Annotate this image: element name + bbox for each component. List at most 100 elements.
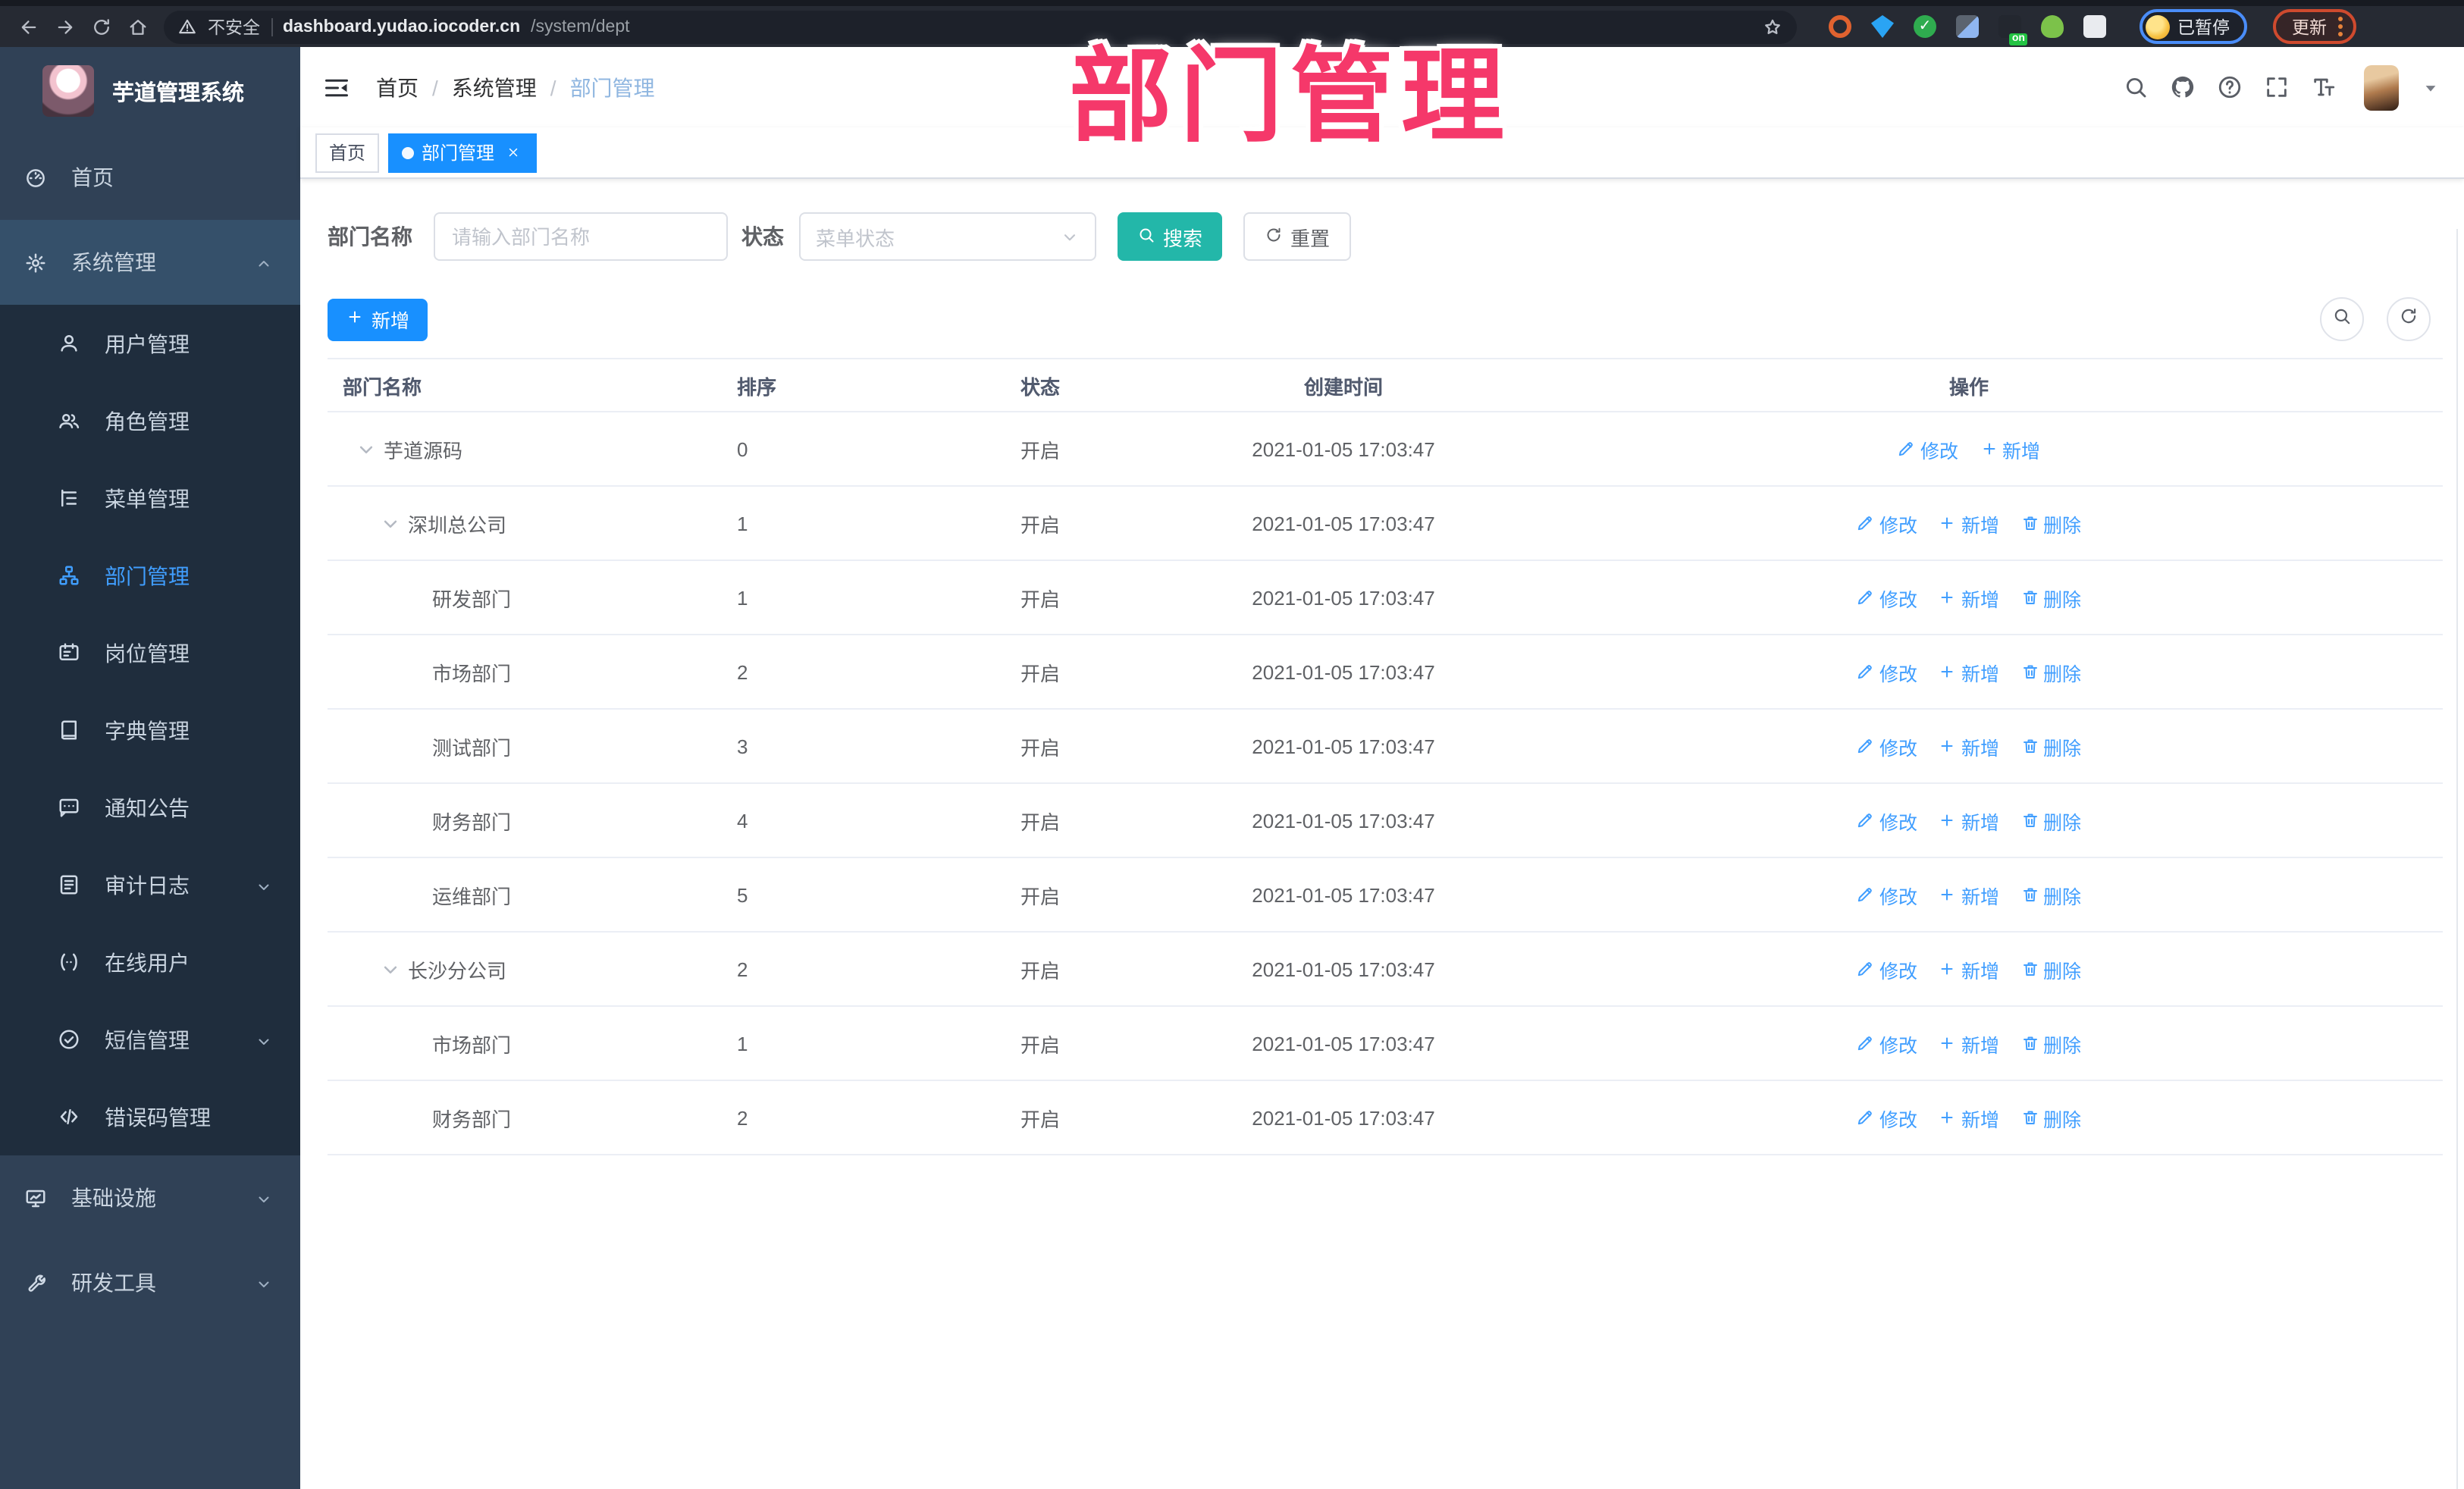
question-icon[interactable]	[2215, 73, 2244, 102]
sidebar-item-短信管理[interactable]: 短信管理	[0, 1001, 300, 1078]
sidebar-item-审计日志[interactable]: 审计日志	[0, 846, 300, 923]
dept-name-cell[interactable]: 芋道源码	[328, 434, 737, 463]
row-add-link[interactable]: 新增	[1939, 732, 1999, 760]
row-edit-link[interactable]: 修改	[1857, 509, 1917, 538]
row-delete-link[interactable]: 删除	[2020, 1029, 2081, 1058]
row-delete-link[interactable]: 删除	[2020, 806, 2081, 835]
browser-update-button[interactable]: 更新	[2272, 9, 2356, 44]
extension-puzzle-icon[interactable]	[2083, 15, 2106, 38]
row-add-link[interactable]: 新增	[1939, 1029, 1999, 1058]
caret-down-icon[interactable]	[2420, 77, 2441, 98]
sidebar-item-岗位管理[interactable]: 岗位管理	[0, 614, 300, 691]
row-edit-link[interactable]: 修改	[1857, 1103, 1917, 1132]
dept-name-cell[interactable]: 长沙分公司	[328, 955, 737, 983]
row-edit-link[interactable]: 修改	[1857, 732, 1917, 760]
extension-ring-icon[interactable]	[1829, 15, 1851, 38]
extension-grid-icon[interactable]	[1956, 15, 1979, 38]
actions-cell: 修改 新增 删除	[1495, 806, 2443, 835]
sidebar-item-通知公告[interactable]: 通知公告	[0, 769, 300, 846]
row-delete-link[interactable]: 删除	[2020, 509, 2081, 538]
row-add-link[interactable]: 新增	[1939, 657, 1999, 686]
sidebar-item-首页[interactable]: 首页	[0, 135, 300, 220]
dept-name-cell[interactable]: 深圳总公司	[328, 509, 737, 538]
row-add-link[interactable]: 新增	[1939, 583, 1999, 612]
online-icon	[58, 951, 80, 973]
sidebar-item-错误码管理[interactable]: 错误码管理	[0, 1078, 300, 1155]
bookmark-star-icon[interactable]	[1762, 16, 1783, 37]
sidebar-item-用户管理[interactable]: 用户管理	[0, 305, 300, 382]
sidebar-item-在线用户[interactable]: 在线用户	[0, 923, 300, 1001]
table-row: 测试部门 3 开启 2021-01-05 17:03:47 修改 新增 删除	[328, 710, 2443, 784]
row-delete-link[interactable]: 删除	[2020, 657, 2081, 686]
back-icon[interactable]	[15, 14, 41, 39]
dept-name: 市场部门	[432, 662, 512, 685]
sidebar-item-基础设施[interactable]: 基础设施	[0, 1155, 300, 1240]
browser-extensions: ✓ on	[1829, 15, 2106, 45]
sort-cell: 2	[737, 660, 748, 683]
tag-dept-management[interactable]: 部门管理	[388, 133, 538, 172]
refresh-table-button[interactable]	[2387, 297, 2431, 341]
breadcrumb-system[interactable]: 系统管理	[452, 72, 537, 102]
user-avatar[interactable]	[2364, 64, 2399, 110]
row-delete-link[interactable]: 删除	[2020, 732, 2081, 760]
reload-icon[interactable]	[88, 14, 114, 39]
address-bar[interactable]: 不安全 dashboard.yudao.iocoder.cn/system/de…	[164, 10, 1797, 43]
plus-icon	[1939, 737, 1957, 755]
row-add-link[interactable]: 新增	[1980, 434, 2040, 463]
row-edit-link[interactable]: 修改	[1857, 806, 1917, 835]
row-edit-link[interactable]: 修改	[1857, 955, 1917, 983]
extension-check-icon[interactable]: ✓	[1914, 15, 1936, 38]
row-delete-link[interactable]: 删除	[2020, 880, 2081, 909]
row-delete-link[interactable]: 删除	[2020, 955, 2081, 983]
sidebar-item-研发工具[interactable]: 研发工具	[0, 1240, 300, 1325]
sidebar-logo[interactable]: 芋道管理系统	[0, 47, 300, 135]
row-edit-link[interactable]: 修改	[1857, 583, 1917, 612]
dept-name-input[interactable]	[434, 212, 728, 261]
extension-gem-icon[interactable]	[1871, 15, 1894, 38]
sidebar-item-字典管理[interactable]: 字典管理	[0, 691, 300, 769]
sidebar-item-角色管理[interactable]: 角色管理	[0, 382, 300, 459]
breadcrumb-home[interactable]: 首页	[376, 72, 419, 102]
refresh-icon	[1265, 225, 1283, 248]
row-add-link[interactable]: 新增	[1939, 806, 1999, 835]
row-add-link[interactable]: 新增	[1939, 1103, 1999, 1132]
browser-profile-chip[interactable]: 已暂停	[2140, 9, 2246, 44]
row-edit-link[interactable]: 修改	[1898, 434, 1958, 463]
search-icon[interactable]	[2121, 73, 2150, 102]
collapse-sidebar-icon[interactable]	[323, 74, 350, 101]
row-edit-link[interactable]: 修改	[1857, 1029, 1917, 1058]
search-button[interactable]: 搜索	[1118, 212, 1223, 261]
row-edit-link[interactable]: 修改	[1857, 657, 1917, 686]
table-row: 长沙分公司 2 开启 2021-01-05 17:03:47 修改 新增 删除	[328, 933, 2443, 1007]
browser-menu-icon[interactable]	[2337, 17, 2342, 36]
edit-icon	[1857, 960, 1875, 978]
reset-button[interactable]: 重置	[1243, 212, 1352, 261]
close-tag-icon[interactable]	[502, 142, 523, 163]
forward-icon[interactable]	[52, 14, 77, 39]
font-size-icon[interactable]	[2309, 73, 2338, 102]
status-cell: 开启	[1020, 439, 1060, 462]
row-add-link[interactable]: 新增	[1939, 880, 1999, 909]
github-icon[interactable]	[2168, 73, 2197, 102]
toggle-search-button[interactable]	[2320, 297, 2364, 341]
message-icon	[58, 796, 80, 819]
status-select[interactable]: 菜单状态	[799, 212, 1096, 261]
sidebar-item-label: 基础设施	[71, 1186, 156, 1210]
extension-person-icon[interactable]	[2041, 15, 2064, 38]
scrollbar[interactable]	[2456, 229, 2458, 1489]
fullscreen-icon[interactable]	[2262, 73, 2291, 102]
sidebar-item-系统管理[interactable]: 系统管理	[0, 220, 300, 305]
row-delete-link[interactable]: 删除	[2020, 1103, 2081, 1132]
chevron-down-icon	[379, 512, 402, 534]
home-icon[interactable]	[124, 14, 150, 39]
row-add-link[interactable]: 新增	[1939, 509, 1999, 538]
tag-home[interactable]: 首页	[315, 133, 380, 172]
chevron-down-icon	[379, 958, 402, 980]
extension-console-icon[interactable]: on	[1998, 15, 2027, 45]
row-delete-link[interactable]: 删除	[2020, 583, 2081, 612]
row-add-link[interactable]: 新增	[1939, 955, 1999, 983]
sidebar-item-部门管理[interactable]: 部门管理	[0, 537, 300, 614]
add-dept-button[interactable]: 新增	[328, 298, 428, 340]
row-edit-link[interactable]: 修改	[1857, 880, 1917, 909]
sidebar-item-菜单管理[interactable]: 菜单管理	[0, 459, 300, 537]
